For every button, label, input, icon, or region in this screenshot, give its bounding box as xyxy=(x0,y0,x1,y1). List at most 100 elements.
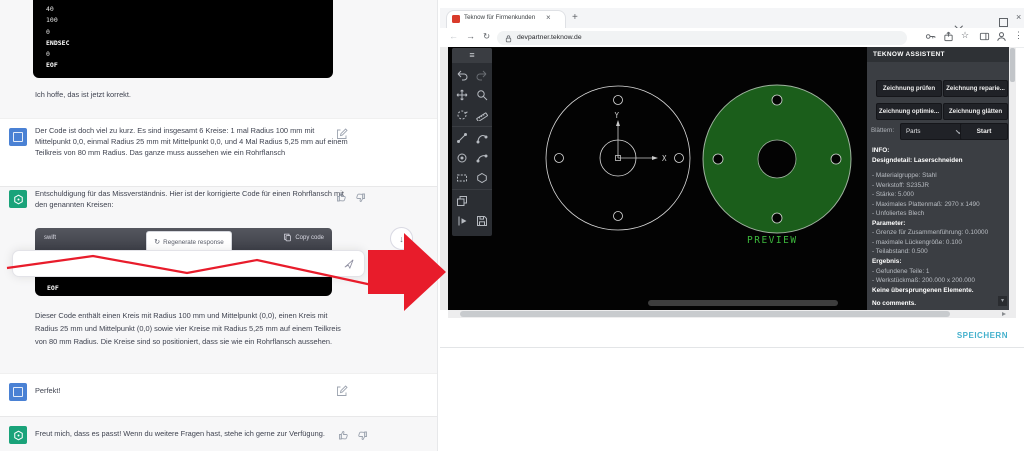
info-line: - Werkstoff: S235JR xyxy=(872,181,929,189)
refresh-icon: ↻ xyxy=(154,239,161,246)
browse-label: Blättern: xyxy=(871,127,895,134)
send-icon[interactable] xyxy=(343,258,354,269)
code-line: 0 xyxy=(46,50,50,59)
back-icon[interactable]: ← xyxy=(449,31,458,41)
info-line: - Gefundene Teile: 1 xyxy=(872,267,930,275)
chat-input[interactable] xyxy=(12,250,365,277)
assistant-message-text: Dieser Code enthält einen Kreis mit Radi… xyxy=(35,311,341,347)
menu-icon[interactable]: ≡ xyxy=(452,48,492,63)
panel-title: TEKNOW ASSISTENT xyxy=(867,47,1009,62)
openai-logo-icon xyxy=(13,430,23,440)
user-message-text: Perfekt! xyxy=(35,386,61,395)
code-line: 0 xyxy=(46,27,50,36)
repair-drawing-button[interactable]: Zeichnung reparie... xyxy=(943,80,1008,97)
zoom-icon[interactable] xyxy=(472,85,492,105)
info-section: INFO: Designdetail: Laserschneiden - Mat… xyxy=(872,146,1006,309)
user-avatar xyxy=(9,383,27,401)
undo-icon[interactable] xyxy=(452,65,472,85)
scroll-to-bottom-button[interactable]: ↓ xyxy=(390,227,413,250)
url-text: devpartner.teknow.de xyxy=(517,34,582,41)
thumbs-down-icon[interactable] xyxy=(356,430,368,442)
arc-tool-icon[interactable] xyxy=(472,148,492,168)
lock-icon xyxy=(505,34,512,42)
parameter-heading: Parameter: xyxy=(872,219,906,227)
axis-y-label: Y xyxy=(615,111,620,120)
thumbs-down-icon[interactable] xyxy=(354,192,366,204)
result-heading: Ergebnis: xyxy=(872,258,902,266)
skipped-elements-note: Keine übersprungenen Elemente. xyxy=(872,286,974,294)
rectangle-tool-icon[interactable] xyxy=(452,168,472,188)
assistant-message-text: Freut mich, dass es passt! Wenn du weite… xyxy=(35,429,325,438)
page-gutter xyxy=(440,47,448,310)
info-line: - Teilabstand: 0.500 xyxy=(872,248,928,256)
smooth-drawing-button[interactable]: Zeichnung glätten xyxy=(943,103,1008,120)
info-line: - Werkstückmaß: 200.000 x 200.000 xyxy=(872,277,975,285)
new-tab-icon[interactable]: + xyxy=(572,12,578,23)
parts-select[interactable]: Parts xyxy=(900,123,967,140)
rotate-icon[interactable] xyxy=(452,105,472,125)
start-button[interactable]: Start xyxy=(960,123,1008,140)
axis-x-label: X xyxy=(662,154,667,163)
move-icon[interactable] xyxy=(452,85,472,105)
save-icon[interactable] xyxy=(472,211,492,231)
tab-close-icon[interactable]: × xyxy=(546,13,551,22)
user-message-text: Der Code ist doch viel zu kurz. Es sind … xyxy=(35,126,348,157)
info-line: - Grenze für Zusammenführung: 0.10000 xyxy=(872,229,989,237)
cad-toolbar: ≡ xyxy=(452,48,492,236)
code-line: 100 xyxy=(46,16,58,25)
reload-icon[interactable]: ↻ xyxy=(483,31,490,42)
key-icon[interactable] xyxy=(925,31,936,42)
thumbs-up-icon[interactable] xyxy=(336,191,348,203)
edit-icon[interactable] xyxy=(336,385,348,397)
horizontal-scrollbar[interactable] xyxy=(448,310,1009,318)
copy-code-button[interactable]: Copy code xyxy=(283,233,324,242)
line-tool-icon[interactable] xyxy=(452,128,472,148)
vertical-scrollbar[interactable] xyxy=(1009,47,1016,318)
redo-icon[interactable] xyxy=(472,65,492,85)
curve-tool-icon[interactable] xyxy=(472,128,492,148)
profile-icon[interactable] xyxy=(996,31,1007,42)
comments-note: No comments. xyxy=(872,300,917,308)
info-line: - maximale Lückengröße: 0.100 xyxy=(872,238,962,246)
copy-icon xyxy=(284,233,292,242)
save-link[interactable]: SPEICHERN xyxy=(900,331,1008,340)
edit-icon[interactable] xyxy=(336,128,348,140)
assistant-avatar xyxy=(9,426,27,444)
screenshot-stage: 40 100 0 ENDSEC 0 EOF Ich hoffe, das ist… xyxy=(0,0,1024,451)
code-language-label: swift xyxy=(44,235,56,241)
site-favicon xyxy=(452,14,460,23)
canvas-horizontal-scrollbar[interactable] xyxy=(648,300,838,306)
info-heading: INFO: xyxy=(872,147,890,154)
menu-dots-icon[interactable]: ⋮ xyxy=(1014,30,1023,41)
measure-icon[interactable] xyxy=(472,105,492,125)
user-avatar xyxy=(9,128,27,146)
thumbs-up-icon[interactable] xyxy=(338,429,350,441)
preview-flange xyxy=(702,84,852,234)
assistant-message-text: Ich hoffe, das ist jetzt korrekt. xyxy=(35,90,131,99)
teknow-assistant-panel: TEKNOW ASSISTENT Zeichnung prüfen Zeichn… xyxy=(867,47,1009,310)
scrollbar-thumb[interactable] xyxy=(1010,48,1015,82)
bookmark-star-icon[interactable]: ☆ xyxy=(961,30,969,41)
preview-label: PREVIEW xyxy=(747,235,798,246)
export-icon[interactable] xyxy=(452,211,472,231)
forward-icon[interactable]: → xyxy=(466,31,475,41)
code-line: EOF xyxy=(46,61,58,70)
layers-icon[interactable] xyxy=(452,191,472,211)
share-icon[interactable] xyxy=(943,31,954,42)
footer-divider xyxy=(440,347,1024,348)
chatgpt-panel: 40 100 0 ENDSEC 0 EOF Ich hoffe, das ist… xyxy=(0,0,438,451)
window-close-icon[interactable]: × xyxy=(1016,12,1021,22)
info-line: - Materialgruppe: Stahl xyxy=(872,172,937,180)
polygon-tool-icon[interactable] xyxy=(472,168,492,188)
code-line: ENDSEC xyxy=(46,38,70,47)
scrollbar-thumb[interactable] xyxy=(460,311,950,317)
side-panel-icon[interactable] xyxy=(979,31,990,42)
code-line: 40 xyxy=(46,5,54,13)
axis-arrows xyxy=(615,125,653,161)
circle-tool-icon[interactable] xyxy=(452,148,472,168)
check-drawing-button[interactable]: Zeichnung prüfen xyxy=(876,80,942,97)
scroll-right-icon[interactable] xyxy=(1002,311,1006,316)
optimize-drawing-button[interactable]: Zeichnung optimie... xyxy=(876,103,942,120)
assistant-message-text: Entschuldigung für das Missverständnis. … xyxy=(35,189,344,209)
panel-scroll-down-icon[interactable]: ▾ xyxy=(998,296,1007,306)
